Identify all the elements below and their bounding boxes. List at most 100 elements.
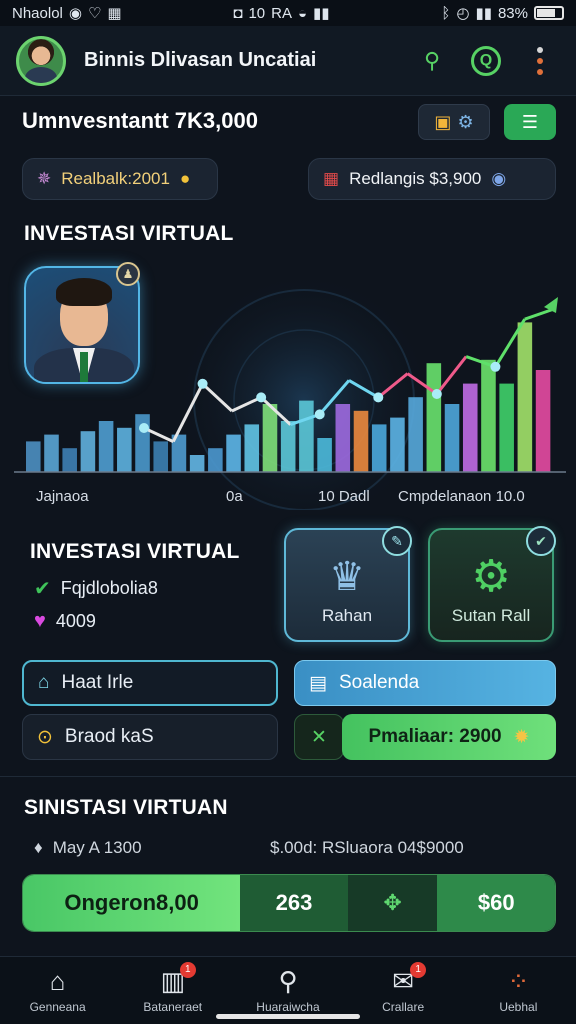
summary-right-text: $.00d: RSluaora 04$9000 — [270, 838, 464, 857]
status-center-text-2: RA — [271, 4, 292, 22]
summary-left-text: May A 1300 — [52, 838, 142, 857]
status-bar: Nhaolol ◉ ♡ ▦ ◘ 10 RA ◒ ▮▮ ᛒ ◴ ▮▮ 83% — [0, 0, 576, 26]
card-rahan[interactable]: ✎ ♛ Rahan — [284, 526, 412, 642]
swap-icon: ✕ — [311, 726, 327, 748]
hast-button[interactable]: ⌂ Haat Irle — [22, 660, 278, 706]
x-label-4: Cmpdelanaon 10.0 — [398, 488, 525, 505]
list-button[interactable]: ☰ — [504, 104, 556, 140]
hast-label: Haat Irle — [61, 672, 134, 693]
swap-button[interactable]: ✕ — [294, 714, 344, 760]
x-label-3: 10 Dadl — [318, 488, 370, 505]
chart-bar — [408, 397, 423, 472]
nav-item-home[interactable]: ⌂ Genneana — [13, 968, 103, 1014]
more-menu-icon[interactable] — [520, 41, 560, 81]
nav-item-search[interactable]: ⚲ Huaraiwcha — [243, 968, 333, 1014]
chart-bar — [299, 400, 314, 472]
nav-label: Huaraiwcha — [256, 999, 320, 1014]
chart-point — [139, 423, 149, 433]
investment-title: Umnvesntantt 7K3,000 — [22, 108, 258, 133]
badge-icon: ✵ — [37, 169, 52, 188]
chart-bar — [244, 424, 260, 472]
alarm-icon: ◴ — [456, 5, 470, 22]
chart-bar — [280, 421, 296, 472]
chart-bar — [535, 370, 551, 472]
info-section-title: INVESTASI VIRTUAL — [30, 540, 240, 563]
grid-icon: ⁘ — [507, 965, 530, 996]
summary-value-3: $60 — [437, 875, 555, 931]
check-circle-icon: ✔ — [34, 578, 51, 600]
chart-bar — [26, 441, 41, 472]
search-ring-icon: Q — [471, 45, 501, 76]
chart-bar — [371, 424, 387, 472]
wallet-settings-button[interactable]: ▣ ⚙ — [418, 104, 490, 140]
search-icon: ⚲ — [278, 965, 298, 996]
chart-line-segment — [524, 307, 555, 321]
calendar-icon: ▦ — [323, 169, 340, 188]
status-left-text: Nhaolol — [12, 4, 63, 22]
card-sutan[interactable]: ✔ ⚙ Sutan Rall — [428, 526, 556, 642]
summary-section-title: SINISTASI VIRTUAN — [24, 796, 228, 819]
nav-item-portfolio[interactable]: ▥ 1 Bataneraet — [128, 961, 218, 1014]
balance-label: Realbalk:2001 — [61, 169, 170, 188]
gear-icon: ⚙ — [457, 111, 474, 132]
summary-bar[interactable]: Ongeron8,00 263 ✥ $60 — [22, 874, 556, 932]
medal-icon: ♟ — [116, 262, 140, 286]
nav-item-menu[interactable]: ⁘ Uebhal — [473, 968, 563, 1014]
rewards-label: Redlangis $3,900 — [349, 169, 482, 188]
card-label: Rahan — [321, 606, 373, 625]
nav-item-messages[interactable]: ✉ 1 Crallare — [358, 961, 448, 1014]
nav-label: Genneana — [29, 999, 86, 1014]
soalenda-button[interactable]: ▤ Soalenda — [294, 660, 556, 706]
chart-bar — [317, 438, 332, 472]
home-indicator — [216, 1014, 360, 1019]
chart-section-title: INVESTASI VIRTUAL — [24, 222, 234, 245]
chart-line-segment — [435, 355, 468, 395]
braod-button[interactable]: ⊙ Braod kaS — [22, 714, 278, 760]
status-center-text: 10 — [248, 4, 266, 22]
home-icon: ⌂ — [49, 965, 66, 996]
chart-bar — [189, 455, 205, 472]
list-item-label: Fqjdlobolia8 — [60, 578, 158, 598]
signal-bars-icon: ▮▮ — [475, 5, 492, 22]
rewards-pill[interactable]: ▦ Redlangis $3,900 ◉ — [308, 158, 556, 200]
notification-icon-2: ♡ — [87, 5, 102, 22]
card-label: Sutan Rall — [451, 606, 531, 625]
summary-main: Ongeron8,00 — [23, 875, 241, 931]
notification-badge: 1 — [179, 961, 196, 978]
header-title: Binnis Dlivasan Uncatiai — [84, 49, 317, 71]
battery-icon — [534, 6, 564, 20]
braod-label: Braod kaS — [64, 726, 154, 747]
notification-icon-3: ▦ — [107, 5, 122, 22]
avatar[interactable] — [16, 35, 66, 86]
chart-bar — [335, 404, 351, 472]
pmaliaar-button[interactable]: Pmaliaar: 2900 ✹ — [342, 714, 556, 760]
app-header: Binnis Dlivasan Uncatiai ⚲ Q — [0, 26, 576, 96]
pen-icon: ✎ — [382, 526, 412, 556]
search-button[interactable]: Q — [466, 41, 506, 81]
chart-point — [373, 392, 384, 403]
balance-pill[interactable]: ✵ Realbalk:2001 ● — [22, 158, 218, 200]
pmaliaar-label: Pmaliaar: 2900 — [368, 726, 502, 747]
chart-bar — [208, 448, 223, 472]
document-icon: ▤ — [309, 672, 327, 694]
chart-bar — [353, 410, 369, 472]
chart-bar — [117, 427, 132, 472]
x-label-2: 0a — [226, 488, 243, 505]
summary-left: ♦ May A 1300 — [34, 838, 142, 858]
nav-label: Crallare — [382, 999, 425, 1014]
handshake-icon: ✥ — [347, 875, 438, 931]
chart-bar — [444, 404, 460, 472]
nav-label: Uebhal — [499, 999, 538, 1014]
battery-text: 83% — [497, 4, 528, 22]
search-icon[interactable]: ⚲ — [412, 41, 452, 81]
crown-icon: ♛ — [329, 555, 365, 599]
user-icon: ♦ — [34, 838, 43, 857]
nav-label: Bataneraet — [143, 999, 203, 1014]
chart-bar — [80, 431, 96, 472]
wifi-icon: ◒ — [297, 4, 308, 22]
chart-bar — [226, 434, 241, 472]
coin-icon: ● — [179, 169, 191, 188]
chart-bar — [62, 448, 77, 472]
notification-badge: 1 — [410, 961, 427, 978]
check-badge-icon: ✔ — [526, 526, 556, 556]
